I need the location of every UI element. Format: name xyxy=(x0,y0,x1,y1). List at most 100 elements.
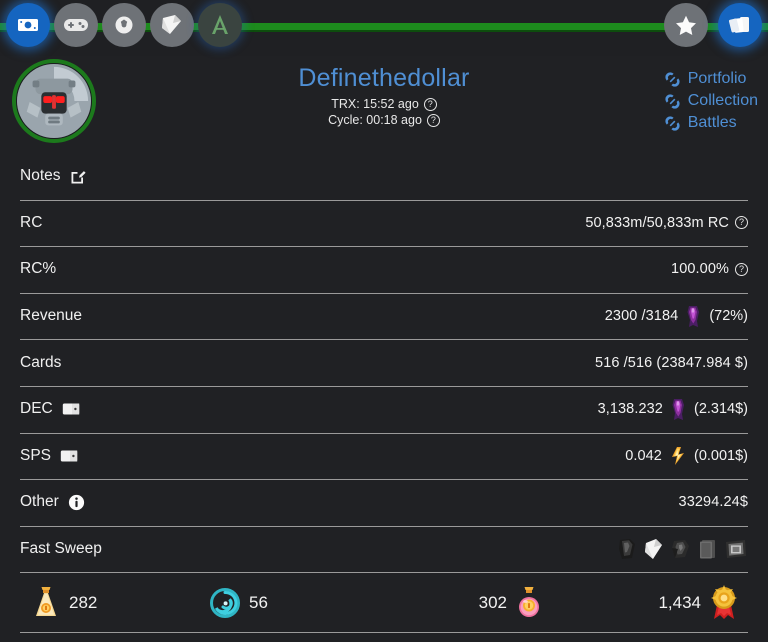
row-cards-value: 516 /516 (23847.984 $) xyxy=(595,354,748,371)
fast-sweep-icons xyxy=(616,537,748,561)
row-cards-label-group: Cards xyxy=(20,354,61,372)
row-dec-label-group: DEC xyxy=(20,400,80,418)
potion-pink-icon xyxy=(519,587,539,618)
star-icon xyxy=(676,15,696,35)
row-rc-label-group: RC xyxy=(20,214,42,232)
cycle-line: Cycle: 00:18 ago ? xyxy=(0,112,768,128)
row-rc-percent-value-group: 100.00% ? xyxy=(671,261,748,277)
meta-lines: TRX: 15:52 ago ? Cycle: 00:18 ago ? xyxy=(0,96,768,128)
row-rc: RC 50,833m/50,833m RC ? xyxy=(0,199,768,247)
row-fast-sweep-label-group: Fast Sweep xyxy=(20,540,102,558)
stat-merit-badge-value: 1,434 xyxy=(658,593,701,613)
pack-chaos-icon[interactable] xyxy=(616,537,638,561)
shield-ball-icon xyxy=(115,16,133,34)
chain-link-icon xyxy=(665,93,680,109)
potion-gold-icon xyxy=(36,587,56,617)
wallet-icon[interactable] xyxy=(60,449,78,463)
chain-link-icon xyxy=(665,115,680,131)
trx-label: TRX: 15:52 ago xyxy=(331,97,419,111)
title-block: Definethedollar TRX: 15:52 ago ? Cycle: … xyxy=(0,62,768,128)
link-battles[interactable]: Battles xyxy=(664,114,758,132)
avatar[interactable] xyxy=(12,59,96,143)
row-notes[interactable]: Notes xyxy=(0,153,768,200)
row-rc-percent: RC% 100.00% ? xyxy=(0,246,768,293)
row-revenue-label-group: Revenue xyxy=(20,307,82,325)
nav-cash-button[interactable] xyxy=(6,3,50,47)
trx-line: TRX: 15:52 ago ? xyxy=(0,96,768,112)
stat-vortex-teal-value: 56 xyxy=(249,593,268,613)
sps-token-icon xyxy=(671,446,684,465)
row-other-label: Other xyxy=(20,493,59,511)
card-pack-icon xyxy=(162,15,181,34)
row-cards-label: Cards xyxy=(20,353,62,371)
dec-token-icon xyxy=(687,305,700,327)
pack-gray-icon[interactable] xyxy=(697,537,719,561)
nav-alpha-button[interactable] xyxy=(198,3,242,47)
nav-favorites-button[interactable] xyxy=(664,3,708,47)
stat-potion-gold-value: 282 xyxy=(69,593,98,613)
stat-potion-gold[interactable]: 282 xyxy=(20,586,198,620)
row-revenue-label: Revenue xyxy=(20,307,83,325)
cards-icon xyxy=(728,17,749,33)
nav-left-group xyxy=(6,3,242,47)
row-cards-value-group: 516 /516 (23847.984 $) xyxy=(595,355,748,371)
row-rc-value-group: 50,833m/50,833m RC ? xyxy=(585,215,748,231)
nav-right-group xyxy=(664,3,762,47)
row-other-label-group: Other xyxy=(20,493,85,511)
page-title[interactable]: Definethedollar xyxy=(298,62,469,94)
row-revenue: Revenue 2300 /3184 (72%) xyxy=(0,292,768,340)
row-dec-suffix: (2.314$) xyxy=(693,401,748,418)
stat-merit-badge[interactable]: 1,434 xyxy=(572,585,748,621)
gamepad-icon xyxy=(64,19,88,31)
nav-battles-button[interactable] xyxy=(102,3,146,47)
row-dec: DEC 3,138.232 (2.314$) xyxy=(0,385,768,433)
row-sps-value-group: 0.042 (0.001$) xyxy=(625,446,748,466)
header-links: Portfolio Collection Battles xyxy=(664,70,758,132)
pack-rift-icon[interactable] xyxy=(670,537,692,561)
edit-pencil-icon[interactable] xyxy=(70,168,87,185)
link-collection[interactable]: Collection xyxy=(664,92,758,110)
row-sps: SPS 0.042 (0.001$) xyxy=(0,432,768,480)
pack-white-icon[interactable] xyxy=(643,537,665,561)
trx-help-icon[interactable]: ? xyxy=(423,97,437,111)
nav-packs-button[interactable] xyxy=(150,3,194,47)
bottom-stats-bar: 282 56 302 1,434 xyxy=(0,572,768,634)
link-battles-label: Battles xyxy=(687,114,737,131)
row-sps-label-group: SPS xyxy=(20,447,78,465)
row-notes-label: Notes xyxy=(20,167,61,185)
vortex-teal-icon xyxy=(210,588,240,619)
wallet-icon[interactable] xyxy=(62,402,80,416)
rc-percent-help-icon[interactable]: ? xyxy=(735,262,748,276)
row-sps-value: 0.042 xyxy=(625,447,662,464)
info-icon[interactable] xyxy=(68,494,85,511)
nav-gamepad-button[interactable] xyxy=(54,3,98,47)
row-revenue-value: 2300 /3184 xyxy=(604,308,679,325)
row-sps-label: SPS xyxy=(20,446,52,464)
row-cards: Cards 516 /516 (23847.984 $) xyxy=(0,339,768,386)
pack-frame-icon[interactable] xyxy=(724,537,748,561)
row-rc-percent-label-group: RC% xyxy=(20,260,56,278)
stat-potion-pink-value: 302 xyxy=(478,593,507,613)
stat-potion-pink[interactable]: 302 xyxy=(376,586,572,620)
nav-cards-button[interactable] xyxy=(718,3,762,47)
link-collection-label: Collection xyxy=(687,92,758,109)
cycle-help-icon[interactable]: ? xyxy=(426,113,440,127)
cash-icon xyxy=(18,19,38,31)
profile-header: Definethedollar TRX: 15:52 ago ? Cycle: … xyxy=(0,56,768,153)
link-portfolio-label: Portfolio xyxy=(687,70,747,87)
stats-table: Notes RC 50,833m/50,833m RC ? RC% 100.00… xyxy=(0,153,768,572)
link-portfolio[interactable]: Portfolio xyxy=(664,70,758,88)
row-fast-sweep-label: Fast Sweep xyxy=(20,540,102,558)
row-fast-sweep: Fast Sweep xyxy=(0,525,768,573)
row-sps-suffix: (0.001$) xyxy=(693,447,748,464)
dec-token-icon xyxy=(672,398,684,420)
row-dec-value-group: 3,138.232 (2.314$) xyxy=(598,398,748,421)
row-rc-value: 50,833m/50,833m RC xyxy=(585,214,729,231)
row-revenue-value-group: 2300 /3184 (72%) xyxy=(605,305,748,328)
row-notes-label-group: Notes xyxy=(20,167,87,185)
merit-badge-icon xyxy=(711,585,737,620)
top-nav-bar xyxy=(0,0,768,56)
row-other-value-group: 33294.24$ xyxy=(679,494,748,510)
rc-help-icon[interactable]: ? xyxy=(735,216,748,230)
stat-vortex-teal[interactable]: 56 xyxy=(198,588,376,619)
